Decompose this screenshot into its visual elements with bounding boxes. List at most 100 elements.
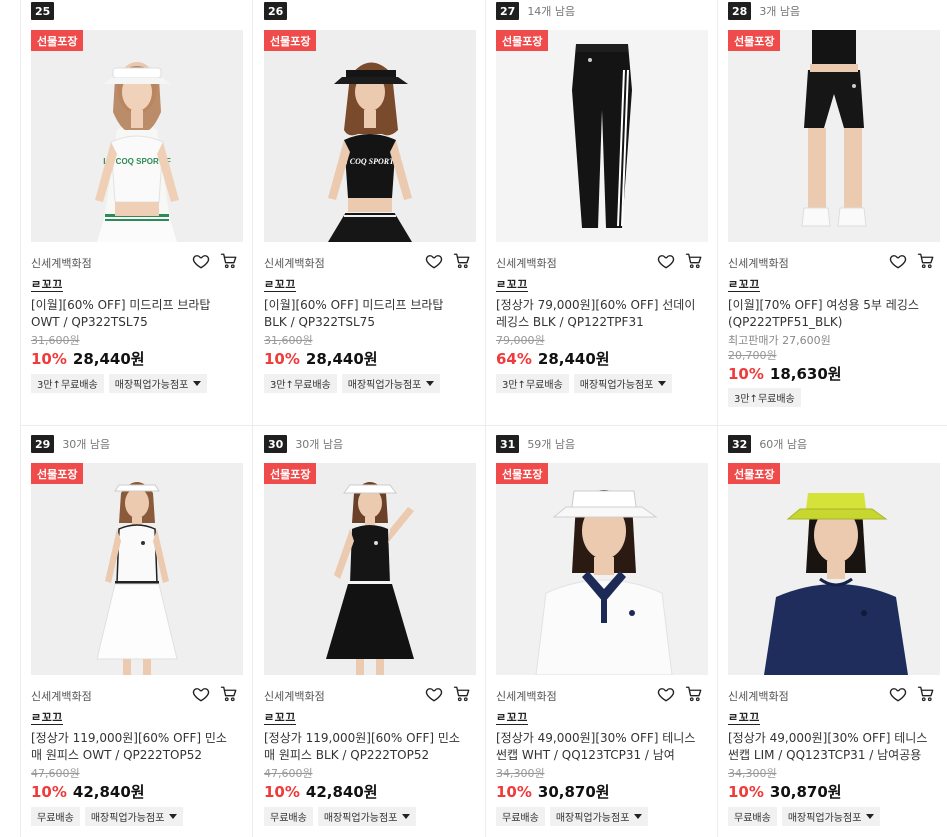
- cart-icon[interactable]: [685, 252, 703, 270]
- brand-name[interactable]: ㄹ꼬끄: [264, 711, 296, 725]
- stock-remaining: 30개 남음: [295, 438, 344, 451]
- cart-icon[interactable]: [453, 685, 471, 703]
- product-title[interactable]: [이월][60% OFF] 미드리프 브라탑 BLK / QP322TSL75: [264, 297, 464, 331]
- brand-name[interactable]: ㄹ꼬끄: [728, 278, 760, 292]
- original-price: 20,700원: [728, 349, 777, 362]
- rank-badge: 26: [264, 2, 288, 20]
- tag-row: 3만↑무료배송 매장픽업가능점포: [264, 374, 441, 393]
- gift-wrap-badge: 선물포장: [496, 463, 549, 484]
- discount-rate: 10%: [31, 783, 67, 801]
- pickup-store-dropdown[interactable]: 매장픽업가능점포: [573, 374, 673, 393]
- product-title[interactable]: [정상가 79,000원][60% OFF] 선데이 레깅스 BLK / QP1…: [496, 297, 696, 331]
- heart-icon[interactable]: [657, 252, 675, 270]
- discount-rate: 10%: [728, 783, 764, 801]
- rank-badge: 27: [496, 2, 520, 20]
- stock-remaining: 59개 남음: [527, 438, 576, 451]
- pickup-store-dropdown[interactable]: 매장픽업가능점포: [549, 807, 649, 826]
- free-shipping-tag: 무료배송: [264, 807, 313, 826]
- heart-icon[interactable]: [192, 252, 210, 270]
- brand-name[interactable]: ㄹ꼬끄: [496, 278, 528, 292]
- pickup-store-dropdown[interactable]: 매장픽업가능점포: [781, 807, 881, 826]
- heart-icon[interactable]: [425, 685, 443, 703]
- cart-icon[interactable]: [453, 252, 471, 270]
- heart-icon[interactable]: [657, 685, 675, 703]
- product-image[interactable]: 선물포장: [728, 30, 940, 242]
- discount-rate: 10%: [496, 783, 532, 801]
- brand-name[interactable]: ㄹ꼬끄: [31, 711, 63, 725]
- brand-name[interactable]: ㄹ꼬끄: [496, 711, 528, 725]
- free-shipping-tag: 3만↑무료배송: [496, 374, 569, 393]
- product-photo: LE COQ SPORTIF: [264, 30, 476, 242]
- sale-row: 10% 42,840원: [31, 781, 243, 802]
- gift-wrap-badge: 선물포장: [264, 463, 317, 484]
- product-title[interactable]: [정상가 49,000원][30% OFF] 테니스 썬캡 LIM / QQ12…: [728, 730, 928, 764]
- cart-icon[interactable]: [917, 252, 935, 270]
- sale-row: 10% 28,440원: [264, 348, 476, 369]
- price-box: 79,000원 64% 28,440원: [496, 333, 708, 369]
- meta-row: 신세계백화점: [728, 685, 940, 703]
- heart-icon[interactable]: [192, 685, 210, 703]
- product-title[interactable]: [정상가 119,000원][60% OFF] 민소매 원피스 OWT / QP…: [31, 730, 231, 764]
- price-box: 47,600원 10% 42,840원: [264, 766, 476, 802]
- product-title[interactable]: [이월][70% OFF] 여성용 5부 레깅스 (QP222TPF51_BLK…: [728, 297, 928, 331]
- product-photo: [496, 463, 708, 675]
- meta-row: 신세계백화점: [31, 252, 243, 270]
- cart-icon[interactable]: [220, 685, 238, 703]
- stock-remaining: 14개 남음: [527, 5, 576, 18]
- price-box: 31,600원 10% 28,440원: [264, 333, 476, 369]
- meta-row: 신세계백화점: [264, 685, 476, 703]
- rank-row: 30 30개 남음: [264, 435, 343, 453]
- product-image[interactable]: 선물포장 LE COQ SPORTIF: [264, 30, 476, 242]
- rank-badge: 28: [728, 2, 752, 20]
- tag-row: 3만↑무료배송 매장픽업가능점포: [31, 374, 208, 393]
- rank-row: 31 59개 남음: [496, 435, 575, 453]
- rank-badge: 30: [264, 435, 288, 453]
- pickup-store-dropdown[interactable]: 매장픽업가능점포: [84, 807, 184, 826]
- product-title[interactable]: [정상가 119,000원][60% OFF] 민소매 원피스 BLK / QP…: [264, 730, 464, 764]
- caret-down-icon: [634, 814, 643, 819]
- brand-name[interactable]: ㄹ꼬끄: [31, 278, 63, 292]
- sale-price: 42,840원: [72, 783, 145, 801]
- free-shipping-tag: 3만↑무료배송: [728, 388, 801, 407]
- rank-badge: 25: [31, 2, 55, 20]
- cart-icon[interactable]: [685, 685, 703, 703]
- pickup-store-label: 매장픽업가능점포: [787, 813, 862, 824]
- brand-name[interactable]: ㄹ꼬끄: [728, 711, 760, 725]
- product-image[interactable]: 선물포장: [496, 463, 708, 675]
- heart-icon[interactable]: [425, 252, 443, 270]
- pickup-store-label: 매장픽업가능점포: [323, 813, 398, 824]
- sale-row: 10% 42,840원: [264, 781, 476, 802]
- pickup-store-dropdown[interactable]: 매장픽업가능점포: [341, 374, 441, 393]
- free-shipping-tag: 3만↑무료배송: [264, 374, 337, 393]
- product-title[interactable]: [이월][60% OFF] 미드리프 브라탑 OWT / QP322TSL75: [31, 297, 231, 331]
- store-name: 신세계백화점: [496, 257, 557, 270]
- product-image[interactable]: 선물포장: [728, 463, 940, 675]
- pickup-store-dropdown[interactable]: 매장픽업가능점포: [317, 807, 417, 826]
- sale-row: 10% 30,870원: [496, 781, 708, 802]
- product-image[interactable]: 선물포장: [264, 463, 476, 675]
- rank-row: 29 30개 남음: [31, 435, 110, 453]
- product-photo: [728, 30, 940, 242]
- product-image[interactable]: 선물포장 LE COQ SPORTIF: [31, 30, 243, 242]
- pickup-store-label: 매장픽업가능점포: [114, 380, 189, 391]
- store-name: 신세계백화점: [728, 690, 789, 703]
- pickup-store-dropdown[interactable]: 매장픽업가능점포: [108, 374, 208, 393]
- stock-remaining: 60개 남음: [759, 438, 808, 451]
- product-image[interactable]: 선물포장: [31, 463, 243, 675]
- cart-icon[interactable]: [220, 252, 238, 270]
- heart-icon[interactable]: [889, 252, 907, 270]
- brand-name[interactable]: ㄹ꼬끄: [264, 278, 296, 292]
- product-image[interactable]: 선물포장: [496, 30, 708, 242]
- sale-row: 10% 18,630원: [728, 363, 940, 384]
- cart-icon[interactable]: [917, 685, 935, 703]
- original-price: 34,300원: [496, 767, 545, 780]
- column-divider: [20, 0, 21, 837]
- original-price: 79,000원: [496, 334, 545, 347]
- heart-icon[interactable]: [889, 685, 907, 703]
- product-title[interactable]: [정상가 49,000원][30% OFF] 테니스 썬캡 WHT / QQ12…: [496, 730, 696, 764]
- meta-row: 신세계백화점: [728, 252, 940, 270]
- original-price: 34,300원: [728, 767, 777, 780]
- product-photo: [31, 463, 243, 675]
- discount-rate: 10%: [264, 783, 300, 801]
- discount-rate: 64%: [496, 350, 532, 368]
